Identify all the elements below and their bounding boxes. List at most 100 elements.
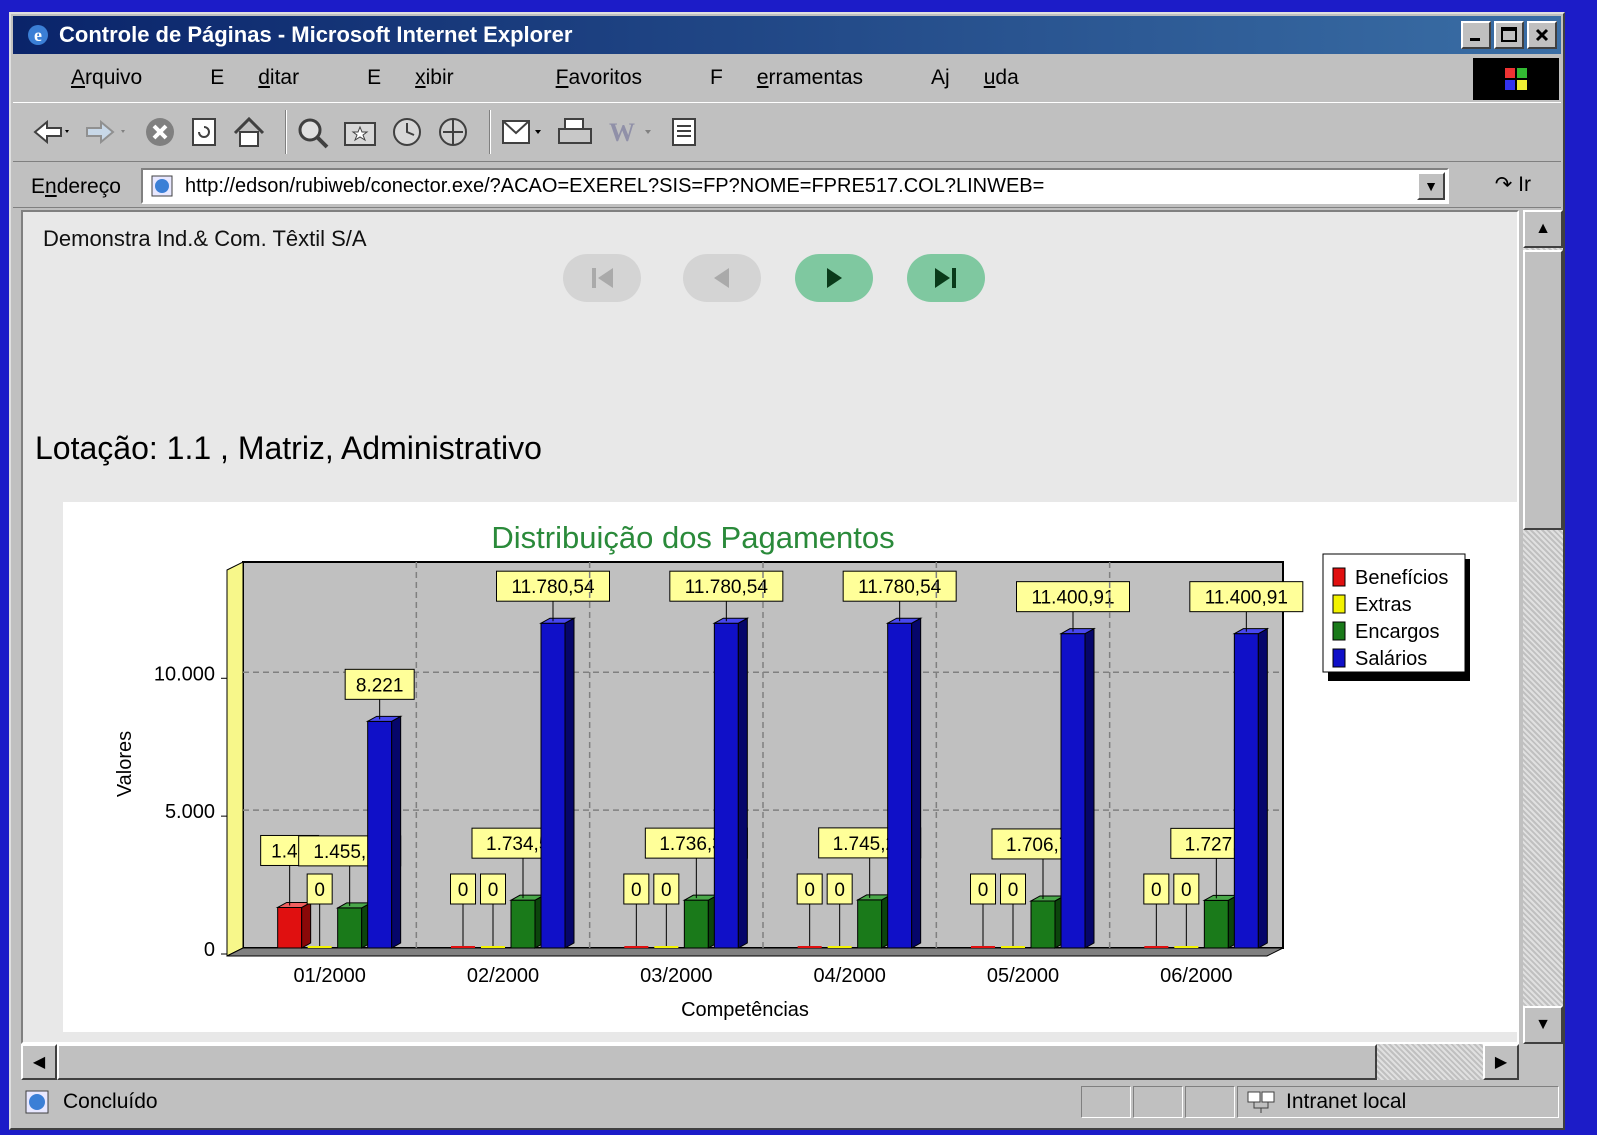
skip-first-icon	[592, 268, 613, 288]
bar	[1001, 946, 1025, 948]
go-button[interactable]: ↷ Ir	[1495, 172, 1531, 197]
menu-bar: Arquivo Editar Exibir Favoritos Ferramen…	[13, 58, 1561, 98]
menu-ferramentas[interactable]: Ferramentas	[710, 66, 897, 90]
page-viewport[interactable]: Demonstra Ind.& Com. Têxtil S/A Lotação:…	[21, 210, 1519, 1044]
status-bar: Concluído Intranet local	[13, 1082, 1561, 1122]
x-tick-label: 03/2000	[640, 965, 712, 987]
search-icon[interactable]	[295, 110, 331, 154]
refresh-icon[interactable]	[187, 110, 221, 154]
data-label: 0	[1008, 880, 1019, 901]
data-label: 11.400,91	[1031, 588, 1114, 609]
menu-favoritos[interactable]: Favoritos	[522, 66, 676, 90]
vertical-scrollbar[interactable]: ▲ ▼	[1523, 210, 1563, 1044]
zone-text: Intranet local	[1286, 1090, 1407, 1113]
data-label: 11.400,91	[1205, 588, 1288, 609]
address-label: Endereço	[31, 174, 121, 198]
back-button[interactable]	[31, 110, 71, 154]
horizontal-scrollbar[interactable]: ◀ ▶	[21, 1044, 1519, 1080]
svg-text:W: W	[609, 118, 635, 147]
go-arrow-icon: ↷	[1494, 173, 1513, 196]
discuss-icon[interactable]	[667, 110, 701, 154]
bar-side	[1084, 627, 1095, 949]
legend-swatch	[1332, 621, 1346, 641]
page-done-icon	[25, 1090, 49, 1114]
y-tick-label: 5.000	[165, 801, 215, 823]
data-label: 11.780,54	[858, 577, 942, 598]
legend-label: Salários	[1355, 648, 1427, 670]
previous-page-button[interactable]	[683, 254, 761, 302]
toolbar-separator	[285, 110, 287, 154]
bar-side	[737, 617, 748, 949]
x-tick-label: 04/2000	[814, 965, 886, 987]
y-tick-label: 10.000	[154, 663, 215, 685]
x-tick-label: 06/2000	[1160, 965, 1232, 987]
last-page-button[interactable]	[907, 254, 985, 302]
skip-last-icon	[935, 268, 956, 288]
next-icon	[827, 268, 842, 288]
menu-arquivo[interactable]: Arquivo	[37, 66, 176, 90]
plot-side-wall	[226, 561, 244, 957]
toolbar: W	[13, 102, 1561, 162]
word-edit-icon[interactable]: W	[605, 110, 657, 154]
data-label: 0	[834, 880, 845, 901]
channels-icon[interactable]	[435, 110, 471, 154]
forward-button[interactable]	[81, 110, 133, 154]
bar	[624, 946, 649, 948]
scroll-up-button[interactable]: ▲	[1523, 210, 1563, 248]
bar	[510, 899, 536, 949]
page-icon	[151, 175, 173, 197]
horizontal-scroll-thumb[interactable]	[57, 1044, 1377, 1080]
legend-label: Benefícios	[1355, 567, 1448, 589]
scroll-right-button[interactable]: ▶	[1483, 1044, 1519, 1080]
company-name: Demonstra Ind.& Com. Têxtil S/A	[43, 226, 367, 251]
payments-chart: 0 5.000 10.000 Distribuição dos Pagamentos C…	[114, 520, 1470, 1021]
bar	[1233, 633, 1259, 949]
favorites-icon[interactable]	[341, 110, 379, 154]
data-label: 11.780,54	[685, 577, 769, 598]
scroll-down-button[interactable]: ▼	[1523, 1006, 1563, 1044]
bar	[367, 720, 393, 949]
bar	[451, 946, 475, 948]
bar	[1174, 946, 1199, 948]
legend-swatch	[1332, 594, 1346, 614]
bar	[540, 622, 566, 949]
data-label: 0	[488, 880, 499, 901]
data-label: 0	[804, 880, 815, 901]
menu-ajuda[interactable]: Aj uda	[931, 66, 1053, 90]
first-page-button[interactable]	[563, 254, 641, 302]
status-segment	[1133, 1086, 1183, 1118]
scroll-left-button[interactable]: ◀	[21, 1044, 57, 1080]
address-dropdown-button[interactable]: ▼	[1417, 172, 1445, 200]
bar-side	[301, 901, 312, 949]
bar	[654, 946, 679, 948]
home-icon[interactable]	[231, 110, 267, 154]
zone-panel: Intranet local	[1237, 1086, 1559, 1118]
status-text: Concluído	[63, 1090, 158, 1113]
close-button[interactable]	[1527, 21, 1557, 49]
stop-icon[interactable]	[143, 110, 177, 154]
browser-window: e Controle de Páginas - Microsoft Intern…	[9, 12, 1565, 1130]
address-input[interactable]: http://edson/rubiweb/conector.exe/?ACAO=…	[141, 168, 1449, 204]
lotacao-heading: Lotação: 1.1 , Matriz, Administrativo	[35, 430, 542, 466]
next-page-button[interactable]	[795, 254, 873, 302]
bar-side	[1257, 627, 1268, 949]
history-icon[interactable]	[389, 110, 425, 154]
bar	[971, 946, 995, 948]
bar	[797, 946, 822, 948]
maximize-button[interactable]	[1494, 21, 1524, 49]
menu-editar[interactable]: Editar	[210, 66, 333, 90]
print-icon[interactable]	[555, 110, 595, 154]
minimize-button[interactable]	[1461, 21, 1491, 49]
status-segment	[1185, 1086, 1235, 1118]
menu-exibir[interactable]: Exibir	[367, 66, 488, 90]
bar	[307, 946, 332, 948]
bar	[713, 622, 739, 949]
bar	[337, 907, 363, 949]
data-label: 11.780,54	[511, 577, 595, 598]
vertical-scroll-thumb[interactable]	[1523, 250, 1563, 530]
bar	[857, 899, 883, 949]
bar-side	[564, 617, 575, 949]
mail-icon[interactable]	[499, 110, 545, 154]
chart-title: Distribuição dos Pagamentos	[491, 520, 894, 555]
title-bar[interactable]: e Controle de Páginas - Microsoft Intern…	[13, 16, 1561, 54]
